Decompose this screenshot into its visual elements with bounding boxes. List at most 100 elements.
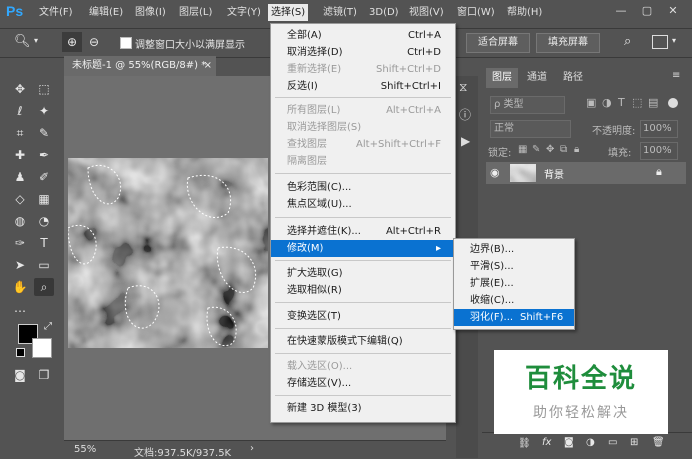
chevron-down-icon[interactable]: ▾ [34, 36, 38, 45]
mask-icon[interactable]: ◙ [564, 437, 574, 448]
zoom-in-icon[interactable]: ⊕ [62, 32, 82, 52]
zoom-tool-icon[interactable]: ⌕ [34, 278, 54, 296]
chevron-down-icon[interactable]: ▾ [672, 36, 676, 45]
submenu-item-expand[interactable]: 扩展(E)... [454, 275, 574, 292]
menu-item-select-and-mask[interactable]: 选择并遮住(K)... Alt+Ctrl+R [271, 223, 455, 240]
filter-toggle-icon[interactable] [668, 98, 678, 108]
quick-mask-icon[interactable]: ◙ [10, 366, 30, 384]
menu-item-select-all[interactable]: 全部(A) Ctrl+A [271, 27, 455, 44]
menu-item-modify[interactable]: 修改(M) ▸ [271, 240, 455, 257]
marquee-tool-icon[interactable]: ⬚ [34, 80, 54, 98]
close-icon[interactable]: × [204, 56, 212, 76]
dodge-tool-icon[interactable]: ◔ [34, 212, 54, 230]
menu-item-inverse[interactable]: 反选(I) Shift+Ctrl+I [271, 78, 455, 95]
smart-filter-icon[interactable]: ▤ [648, 96, 658, 109]
menu-window[interactable]: 窗口(W) [454, 4, 498, 21]
menu-item-find-layers[interactable]: 查找图层 Alt+Shift+Ctrl+F [271, 136, 455, 153]
search-icon[interactable]: ⌕ [624, 34, 631, 49]
new-layer-icon[interactable]: ⊞ [630, 437, 638, 448]
fill-screen-button[interactable]: 填充屏幕 [536, 33, 600, 53]
blur-tool-icon[interactable]: ◍ [10, 212, 30, 230]
menu-item-grow[interactable]: 扩大选取(G) [271, 265, 455, 282]
eye-icon[interactable]: ◉ [490, 166, 500, 179]
menu-item-new-3d-model[interactable]: 新建 3D 模型(3) [271, 400, 455, 417]
opacity-field[interactable]: 100% [640, 120, 678, 138]
menu-layer[interactable]: 图层(L) [176, 4, 215, 21]
gradient-tool-icon[interactable]: ▦ [34, 190, 54, 208]
fx-icon[interactable]: fx [542, 437, 551, 448]
hand-tool-icon[interactable]: ✋ [10, 278, 30, 296]
play-icon[interactable]: ▶ [461, 134, 470, 148]
path-select-icon[interactable]: ➤ [10, 256, 30, 274]
brush-tool-icon[interactable]: ✒ [34, 146, 54, 164]
menu-item-transform-selection[interactable]: 变换选区(T) [271, 308, 455, 325]
pixel-filter-icon[interactable]: ▣ [586, 96, 596, 109]
pen-tool-icon[interactable]: ✑ [10, 234, 30, 252]
menu-view[interactable]: 视图(V) [406, 4, 447, 21]
close-icon[interactable]: ✕ [664, 3, 682, 19]
panel-menu-icon[interactable]: ≡ [672, 70, 680, 81]
history-panel-icon[interactable]: ⧖ [459, 80, 467, 95]
default-colors-icon[interactable] [16, 348, 25, 357]
menu-item-reselect[interactable]: 重新选择(E) Shift+Ctrl+D [271, 61, 455, 78]
document-canvas[interactable] [68, 158, 268, 348]
fit-screen-button[interactable]: 适合屏幕 [466, 33, 530, 53]
menu-item-all-layers[interactable]: 所有图层(L) Alt+Ctrl+A [271, 102, 455, 119]
type-tool-icon[interactable]: T [34, 234, 54, 252]
tab-layers[interactable]: 图层 [486, 68, 518, 88]
menu-item-quick-mask[interactable]: 在快速蒙版模式下编辑(Q) [271, 333, 455, 350]
document-tab[interactable]: 未标题-1 @ 55%(RGB/8#) * × [64, 56, 216, 76]
swap-colors-icon[interactable]: ⤢ [44, 321, 52, 332]
submenu-item-border[interactable]: 边界(B)... [454, 241, 574, 258]
stamp-tool-icon[interactable]: ♟ [10, 168, 30, 186]
history-brush-icon[interactable]: ✐ [34, 168, 54, 186]
resize-window-checkbox[interactable] [120, 37, 132, 49]
type-filter-icon[interactable]: T [618, 96, 625, 109]
move-tool-icon[interactable]: ✥ [10, 80, 30, 98]
minimize-icon[interactable]: — [612, 3, 630, 19]
adjustment-layer-icon[interactable]: ◑ [586, 437, 595, 448]
trash-icon[interactable]: 🗑︎ [652, 437, 665, 448]
menu-file[interactable]: 文件(F) [36, 4, 76, 21]
zoom-tool-icon[interactable]: 🔍︎ [14, 34, 31, 49]
link-layers-icon[interactable]: ⛓ [518, 438, 531, 449]
group-icon[interactable]: ▭ [608, 437, 617, 448]
menu-item-save-selection[interactable]: 存储选区(V)... [271, 375, 455, 392]
tab-paths[interactable]: 路径 [556, 68, 590, 88]
chevron-right-icon[interactable]: › [250, 443, 254, 454]
lock-transparent-icon[interactable]: ▦ [518, 144, 527, 155]
submenu-item-smooth[interactable]: 平滑(S)... [454, 258, 574, 275]
menu-item-load-selection[interactable]: 载入选区(O)... [271, 358, 455, 375]
menu-item-focus-area[interactable]: 焦点区域(U)... [271, 196, 455, 213]
maximize-icon[interactable]: ▢ [638, 3, 656, 19]
lock-pixels-icon[interactable]: ✎ [532, 144, 540, 155]
menu-select[interactable]: 选择(S) [268, 4, 309, 21]
healing-brush-icon[interactable]: ✚ [10, 146, 30, 164]
menu-item-deselect[interactable]: 取消选择(D) Ctrl+D [271, 44, 455, 61]
magic-wand-icon[interactable]: ✦ [34, 102, 54, 120]
menu-item-color-range[interactable]: 色彩范围(C)... [271, 179, 455, 196]
submenu-item-feather[interactable]: 羽化(F)... Shift+F6 [454, 309, 574, 326]
lasso-tool-icon[interactable]: ℓ [10, 102, 30, 120]
menu-edit[interactable]: 编辑(E) [86, 4, 126, 21]
fill-field[interactable]: 100% [640, 142, 678, 160]
menu-image[interactable]: 图像(I) [132, 4, 169, 21]
layer-filter-select[interactable]: ρ 类型 [490, 96, 565, 114]
eyedropper-icon[interactable]: ✎ [34, 124, 54, 142]
menu-help[interactable]: 帮助(H) [504, 4, 545, 21]
zoom-level[interactable]: 55% [74, 444, 96, 455]
rectangle-tool-icon[interactable]: ▭ [34, 256, 54, 274]
lock-all-icon[interactable]: 🔒︎ [574, 144, 579, 155]
screen-mode-icon[interactable]: ❐ [34, 366, 54, 384]
layer-row-background[interactable]: ◉ 背景 🔒︎ [486, 162, 686, 184]
workspace-icon[interactable] [652, 35, 668, 49]
lock-artboard-icon[interactable]: ⧉ [560, 144, 567, 155]
submenu-item-contract[interactable]: 收缩(C)... [454, 292, 574, 309]
menu-item-isolate-layers[interactable]: 隔离图层 [271, 153, 455, 170]
tab-channels[interactable]: 通道 [520, 68, 554, 88]
properties-panel-icon[interactable]: ⓘ [459, 106, 471, 123]
lock-position-icon[interactable]: ✥ [546, 144, 554, 155]
zoom-out-icon[interactable]: ⊖ [84, 32, 104, 52]
crop-tool-icon[interactable]: ⌗ [10, 124, 30, 142]
shape-filter-icon[interactable]: ⬚ [632, 96, 642, 109]
